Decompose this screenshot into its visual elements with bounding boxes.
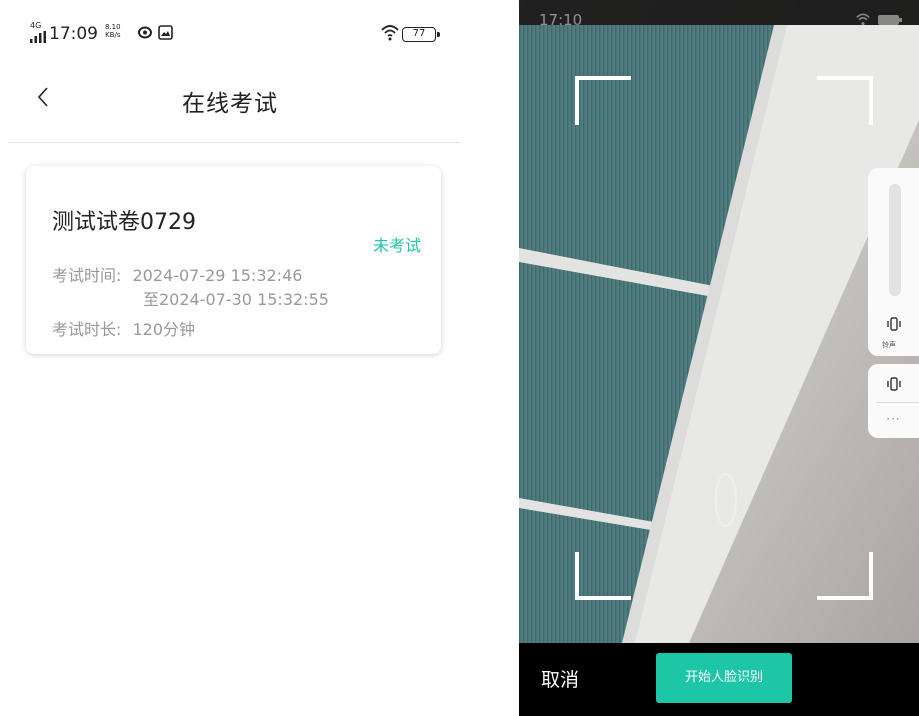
image-notification-icon [158, 25, 173, 40]
status-bar: 17:10 [539, 11, 919, 31]
exam-duration-row: 考试时长: 120分钟 [52, 316, 195, 340]
exam-time-row: 考试时间: 2024-07-29 15:32:46 [52, 262, 302, 286]
status-time: 17:09 [49, 24, 98, 44]
exam-time-end: 至2024-07-30 15:32:55 [143, 290, 329, 309]
exam-card[interactable]: 测试试卷0729 未考试 考试时间: 2024-07-29 15:32:46 至… [26, 166, 441, 354]
exam-duration-value: 120分钟 [132, 320, 196, 339]
exam-name: 测试试卷0729 [52, 210, 196, 235]
wifi-icon [856, 13, 870, 26]
exam-time-start: 2024-07-29 15:32:46 [132, 266, 303, 285]
vibrate-icon[interactable] [886, 316, 902, 332]
status-right-icons [854, 12, 903, 30]
panel-divider [876, 402, 919, 403]
signal-icon [30, 31, 46, 43]
battery-icon [878, 15, 902, 25]
status-time: 17:10 [539, 11, 583, 29]
more-options-icon[interactable]: ··· [868, 412, 919, 426]
speed-value: 8.10 [105, 23, 121, 31]
app-notification-icon [138, 26, 152, 39]
network-speed: 8.10 KB/s [105, 23, 121, 39]
face-recognition-screen: 17:10 铃声 ··· 取消 开始人脸识别 [519, 0, 919, 716]
page-title: 在线考试 [182, 91, 278, 117]
network-type: 4G [30, 21, 42, 30]
status-bar: 4G 17:09 8.10 KB/s 77 [30, 22, 450, 46]
cancel-button[interactable]: 取消 [541, 665, 579, 692]
vibrate-icon[interactable] [886, 376, 902, 392]
wifi-icon [381, 25, 399, 41]
ringer-mode-panel[interactable]: ··· [868, 364, 919, 438]
exam-duration-label: 考试时长: [52, 320, 122, 339]
nav-divider [8, 142, 460, 143]
exam-time-label: 考试时间: [52, 266, 122, 285]
bottom-action-bar: 取消 开始人脸识别 [519, 643, 919, 716]
camera-preview [519, 0, 919, 643]
exam-list-screen: 4G 17:09 8.10 KB/s 77 在线考试 测试试卷0729 未考试 … [0, 0, 470, 716]
speed-unit: KB/s [105, 31, 121, 39]
exam-status-badge: 未考试 [372, 236, 421, 255]
start-face-recognition-button[interactable]: 开始人脸识别 [656, 653, 792, 703]
ring-label: 铃声 [882, 341, 896, 349]
volume-panel[interactable]: 铃声 [868, 168, 919, 356]
top-nav-bar: 在线考试 [0, 72, 460, 128]
volume-slider[interactable] [889, 184, 901, 296]
battery-icon: 77 [402, 27, 440, 42]
